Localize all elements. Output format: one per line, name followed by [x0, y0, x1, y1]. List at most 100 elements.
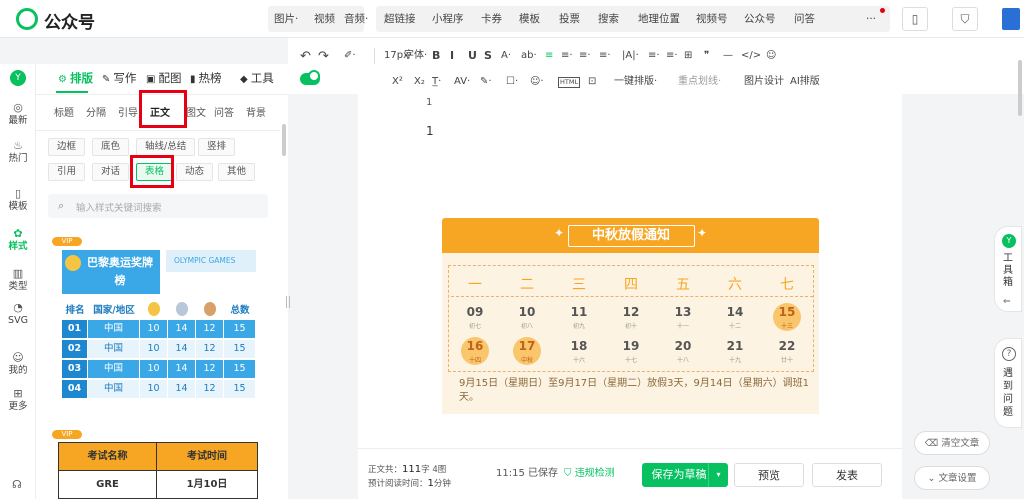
format-tool-16[interactable]: ❞ — [704, 49, 709, 63]
top-tab-3[interactable]: ▮ 热榜 — [190, 70, 222, 86]
account-button[interactable]: 公众号 — [744, 10, 776, 28]
format-tool-2[interactable]: B — [432, 49, 440, 63]
format-tool-3[interactable]: I — [450, 49, 454, 63]
link-button[interactable]: 超链接 — [384, 10, 416, 28]
format-tool-9[interactable]: ≡· — [561, 49, 573, 63]
search-button[interactable]: 搜索 — [598, 10, 619, 28]
format-tool2-10[interactable]: 重点划线· — [678, 75, 721, 89]
audio-menu[interactable]: 音频· — [344, 10, 368, 28]
format-tool2-11[interactable]: 图片设计 — [744, 75, 784, 89]
style-search-input[interactable]: ⌕ 输入样式关键词搜索 — [48, 194, 268, 218]
format-tool-1[interactable]: 字体· — [404, 49, 427, 63]
coupon-button[interactable]: 卡券 — [481, 10, 502, 28]
rail-item-3[interactable]: ✿ 样式 — [0, 228, 36, 252]
shield-icon[interactable]: ⛉ — [952, 7, 978, 31]
format-tool-13[interactable]: ≡· — [648, 49, 660, 63]
qa-button[interactable]: 问答 — [794, 10, 815, 28]
top-tab-0[interactable]: ⚙ 排版 — [58, 70, 93, 86]
format-tool2-7[interactable]: HTML — [558, 77, 581, 88]
compliance-check-button[interactable]: ⛉ 违规检测 — [564, 464, 615, 479]
format-tool-11[interactable]: ≡· — [599, 49, 611, 63]
undo-icon[interactable]: ↶ — [300, 50, 311, 64]
rail-item-7[interactable]: ⊞ 更多 — [0, 388, 36, 412]
plugin-icon[interactable] — [1002, 8, 1020, 30]
rail-item-6[interactable]: ☺ 我的 — [0, 352, 36, 376]
chip-row2-4[interactable]: 其他 — [218, 163, 256, 181]
phone-preview-icon[interactable]: ▯ — [902, 7, 928, 31]
redo-icon[interactable]: ↷ — [318, 50, 329, 64]
sub-tab-4[interactable]: 图文 — [186, 104, 206, 119]
format-tool-8[interactable]: ≡ — [545, 49, 553, 63]
sub-tab-6[interactable]: 背景 — [246, 104, 266, 119]
chip-row2-1[interactable]: 对话 — [92, 163, 130, 181]
chip-1[interactable]: 底色 — [92, 138, 130, 156]
panel-resize-handle[interactable] — [286, 296, 290, 308]
rail-item-4[interactable]: ▥ 类型 — [0, 268, 36, 292]
video-menu[interactable]: 视频 — [314, 10, 335, 28]
publish-button[interactable]: 发表 — [812, 463, 882, 487]
format-tool-5[interactable]: S — [484, 49, 492, 63]
location-button[interactable]: 地理位置 — [638, 10, 680, 28]
sub-tab-5[interactable]: 问答 — [214, 104, 234, 119]
miniprogram-button[interactable]: 小程序 — [432, 10, 464, 28]
channels-button[interactable]: 视频号 — [696, 10, 728, 28]
format-tool-6[interactable]: A· — [501, 49, 511, 63]
chip-row2-3[interactable]: 动态 — [176, 163, 214, 181]
format-tool2-0[interactable]: X² — [392, 75, 403, 89]
save-draft-button[interactable]: 保存为草稿 ▾ — [642, 463, 728, 487]
sub-tab-2[interactable]: 引导 — [118, 104, 138, 119]
chip-0[interactable]: 边框 — [48, 138, 86, 156]
headset-icon[interactable]: ☊ — [12, 478, 22, 491]
format-tool-17[interactable]: — — [723, 49, 733, 63]
format-tool2-2[interactable]: T̲· — [432, 75, 441, 89]
chip-2[interactable]: 轴线/总结 — [136, 138, 196, 156]
image-menu[interactable]: 图片· — [274, 10, 298, 28]
format-tool-12[interactable]: |A|· — [622, 49, 639, 63]
format-brush-icon[interactable]: ✐· — [344, 49, 356, 63]
format-tool2-1[interactable]: X₂ — [414, 75, 425, 89]
format-tool2-5[interactable]: ☐· — [506, 75, 518, 89]
panel-scrollbar[interactable] — [282, 124, 286, 156]
help-tab[interactable]: ? 遇到问题 — [994, 338, 1022, 428]
sub-tab-0[interactable]: 标题 — [54, 104, 74, 119]
top-tab-4[interactable]: ◆ 工具 — [240, 70, 274, 86]
rail-item-2[interactable]: ▯ 模板 — [0, 188, 36, 212]
template-button[interactable]: 模板 — [519, 10, 540, 28]
format-tool2-9[interactable]: 一键排版· — [614, 75, 657, 89]
exam-table[interactable]: 考试名称 考试时间 GRE 1月10日 — [58, 442, 258, 499]
chip-3[interactable]: 竖排 — [198, 138, 236, 156]
editor-line[interactable]: 1 — [426, 124, 434, 138]
clear-article-button[interactable]: ⌫ 清空文章 — [914, 431, 990, 455]
format-tool-19[interactable]: ☺ — [766, 49, 776, 63]
day-number: 12 — [622, 305, 640, 319]
format-tool2-6[interactable]: ☺· — [530, 75, 544, 89]
rail-item-1[interactable]: ♨ 热门 — [0, 140, 36, 164]
format-tool-15[interactable]: ⊞ — [684, 49, 692, 63]
format-tool2-4[interactable]: ✎· — [480, 75, 492, 89]
chevron-down-icon[interactable]: ▾ — [708, 463, 728, 487]
day-number: 21 — [726, 339, 744, 353]
sub-tab-1[interactable]: 分隔 — [86, 104, 106, 119]
format-tool-18[interactable]: </> — [741, 49, 761, 63]
format-tool-10[interactable]: ≡· — [579, 49, 591, 63]
more-button[interactable]: ··· — [866, 10, 876, 28]
rail-item-5[interactable]: ◔ SVG — [0, 302, 36, 326]
format-tool-4[interactable]: U — [468, 49, 477, 63]
editor-line[interactable]: 1 — [426, 97, 432, 108]
toolbox-tab[interactable]: Y 工具箱 ⇐ — [994, 226, 1022, 312]
olympic-table-card[interactable]: 巴黎奥运奖牌榜 OLYMPIC GAMES — [62, 250, 256, 294]
format-tool-7[interactable]: ab· — [521, 49, 537, 63]
format-tool2-3[interactable]: AV· — [454, 75, 470, 89]
preview-button[interactable]: 预览 — [734, 463, 804, 487]
format-tool2-12[interactable]: AI排版 — [790, 75, 820, 89]
format-tool-14[interactable]: ≡· — [666, 49, 678, 63]
top-tab-2[interactable]: ▣ 配图 — [146, 70, 181, 86]
format-tool2-8[interactable]: ⊡ — [588, 75, 596, 89]
article-settings-button[interactable]: ⌄ 文章设置 — [914, 466, 990, 490]
page-scrollbar[interactable] — [1018, 60, 1022, 116]
collapse-arrow-icon[interactable]: ⇐ — [1003, 297, 1011, 307]
rail-item-0[interactable]: ◎ 最新 — [0, 102, 36, 126]
vote-button[interactable]: 投票 — [559, 10, 580, 28]
chip-row2-0[interactable]: 引用 — [48, 163, 86, 181]
top-tab-1[interactable]: ✎ 写作 — [102, 70, 136, 86]
